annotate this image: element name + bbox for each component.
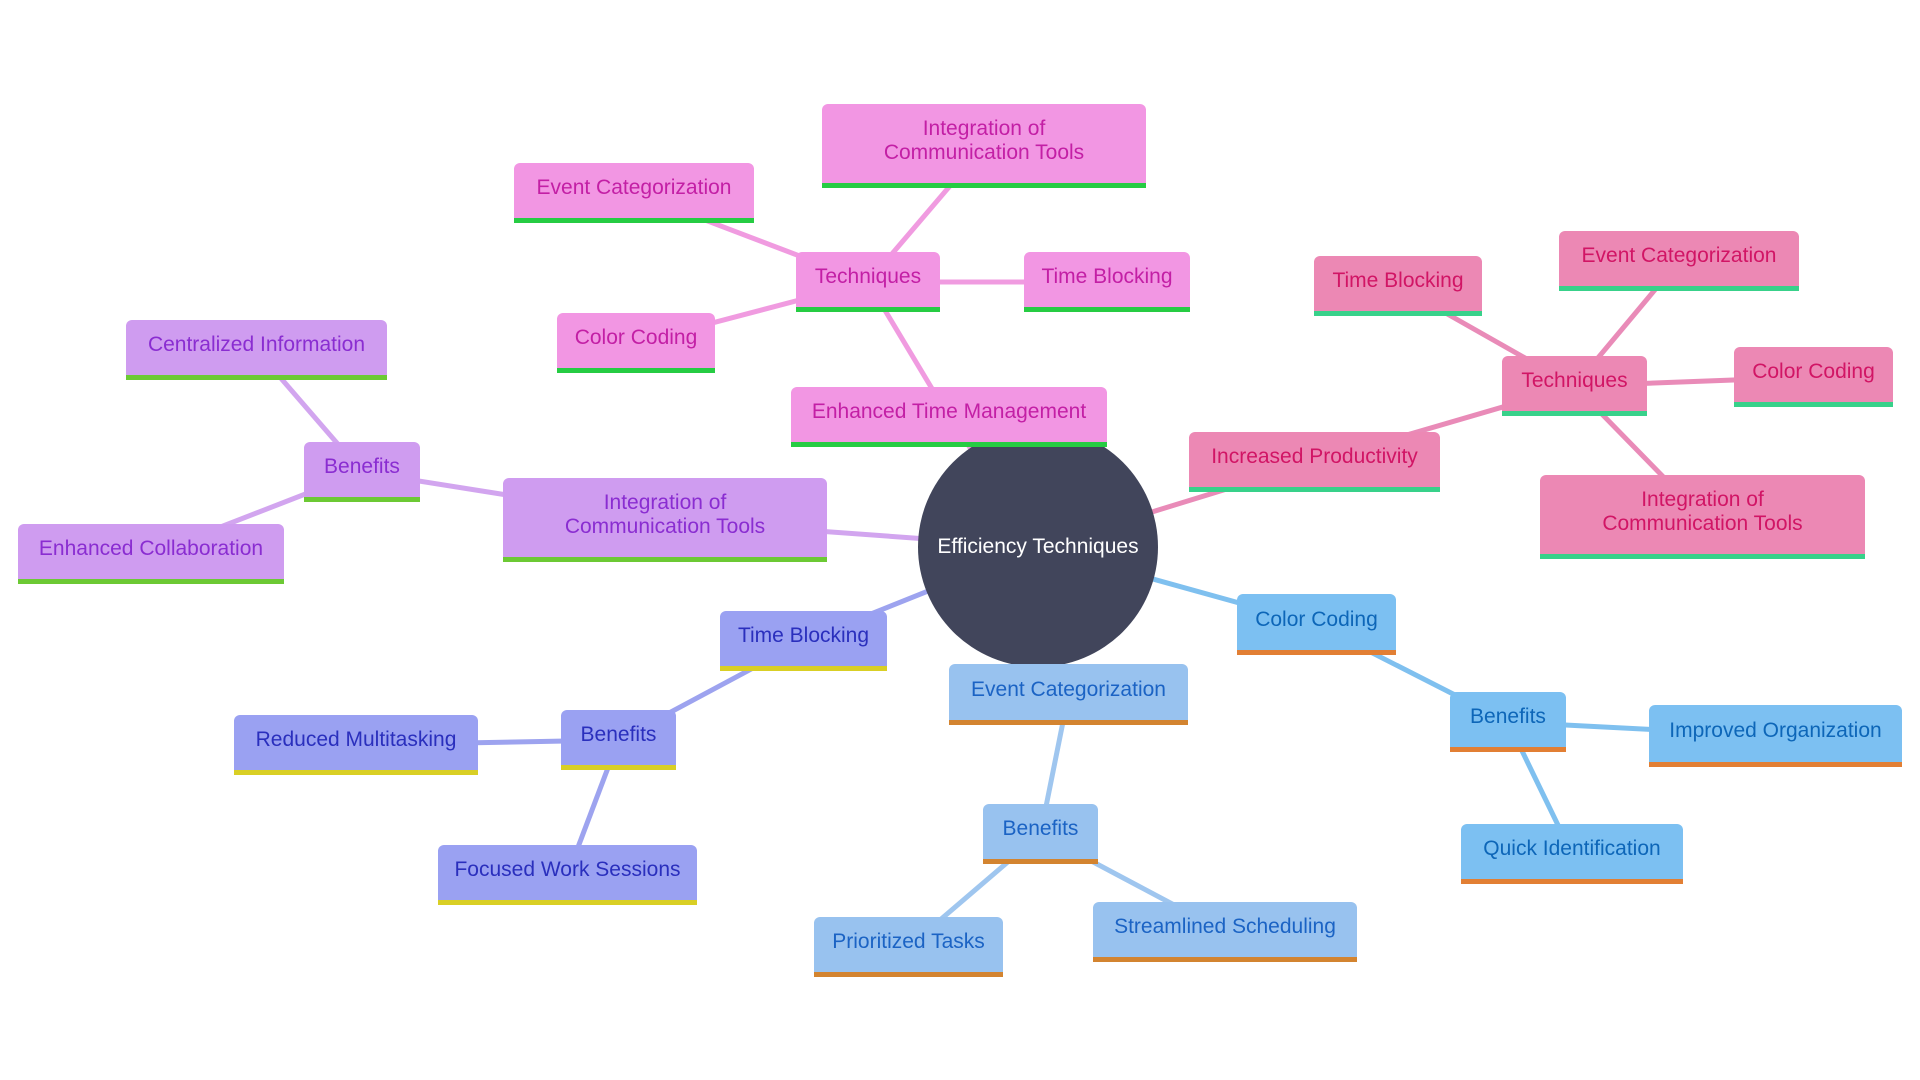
node-ip-color-coding[interactable]: Color Coding [1734, 347, 1893, 407]
node-label: Color Coding [574, 326, 698, 349]
node-focused-work-sessions[interactable]: Focused Work Sessions [438, 845, 697, 905]
node-improved-organization[interactable]: Improved Organization [1649, 705, 1902, 767]
node-label: Time Blocking [1332, 269, 1464, 292]
root-node-label: Efficiency Techniques [937, 535, 1139, 558]
node-reduced-multitasking[interactable]: Reduced Multitasking [234, 715, 478, 775]
node-cc-benefits[interactable]: Benefits [1450, 692, 1566, 752]
node-time-blocking[interactable]: Time Blocking [720, 611, 887, 671]
node-color-coding[interactable]: Color Coding [1237, 594, 1396, 655]
root-node-efficiency-techniques[interactable]: Efficiency Techniques [918, 427, 1158, 667]
node-event-categorization[interactable]: Event Categorization [949, 664, 1188, 725]
node-quick-identification[interactable]: Quick Identification [1461, 824, 1683, 884]
node-label: Benefits [1470, 705, 1546, 728]
node-etm-time-blocking[interactable]: Time Blocking [1024, 252, 1190, 312]
node-label: Centralized Information [147, 333, 366, 356]
node-label: Event Categorization [1581, 244, 1777, 267]
node-etm-color-coding[interactable]: Color Coding [557, 313, 715, 373]
node-etm-integration-of-communication-tools[interactable]: Integration of Communication Tools [822, 104, 1146, 188]
node-centralized-information[interactable]: Centralized Information [126, 320, 387, 380]
node-label: Integration of Communication Tools [564, 491, 766, 538]
node-ip-time-blocking[interactable]: Time Blocking [1314, 256, 1482, 316]
node-label: Prioritized Tasks [832, 930, 985, 953]
node-prioritized-tasks[interactable]: Prioritized Tasks [814, 917, 1003, 977]
node-label: Time Blocking [1041, 265, 1173, 288]
node-label: Reduced Multitasking [255, 728, 457, 751]
node-enhanced-time-management[interactable]: Enhanced Time Management [791, 387, 1107, 447]
node-label: Techniques [814, 265, 922, 288]
node-integration-of-communication-tools[interactable]: Integration of Communication Tools [503, 478, 827, 562]
node-label: Focused Work Sessions [454, 858, 681, 881]
node-increased-productivity[interactable]: Increased Productivity [1189, 432, 1440, 492]
node-ip-integration-of-communication-tools[interactable]: Integration of Communication Tools [1540, 475, 1865, 559]
node-label: Integration of Communication Tools [883, 117, 1085, 164]
node-label: Benefits [324, 455, 400, 478]
node-streamlined-scheduling[interactable]: Streamlined Scheduling [1093, 902, 1357, 962]
node-label: Streamlined Scheduling [1114, 915, 1336, 938]
node-label: Benefits [580, 723, 657, 746]
node-label: Event Categorization [536, 176, 732, 199]
node-label: Integration of Communication Tools [1602, 488, 1803, 535]
node-label: Color Coding [1752, 360, 1875, 383]
node-label: Improved Organization [1669, 719, 1882, 742]
node-label: Color Coding [1255, 607, 1378, 631]
node-label: Enhanced Collaboration [38, 537, 264, 560]
node-label: Techniques [1521, 369, 1628, 392]
node-label: Benefits [1002, 817, 1079, 840]
node-etm-event-categorization[interactable]: Event Categorization [514, 163, 754, 223]
node-enhanced-collaboration[interactable]: Enhanced Collaboration [18, 524, 284, 584]
node-ec-benefits[interactable]: Benefits [983, 804, 1098, 864]
node-ip-event-categorization[interactable]: Event Categorization [1559, 231, 1799, 291]
node-label: Quick Identification [1483, 837, 1661, 860]
node-label: Time Blocking [737, 624, 870, 647]
node-ict-benefits[interactable]: Benefits [304, 442, 420, 502]
node-label: Event Categorization [971, 677, 1166, 701]
node-label: Increased Productivity [1211, 445, 1418, 468]
node-etm-techniques[interactable]: Techniques [796, 252, 940, 312]
node-label: Enhanced Time Management [811, 400, 1087, 423]
node-ip-techniques[interactable]: Techniques [1502, 356, 1647, 416]
node-tb-benefits[interactable]: Benefits [561, 710, 676, 770]
